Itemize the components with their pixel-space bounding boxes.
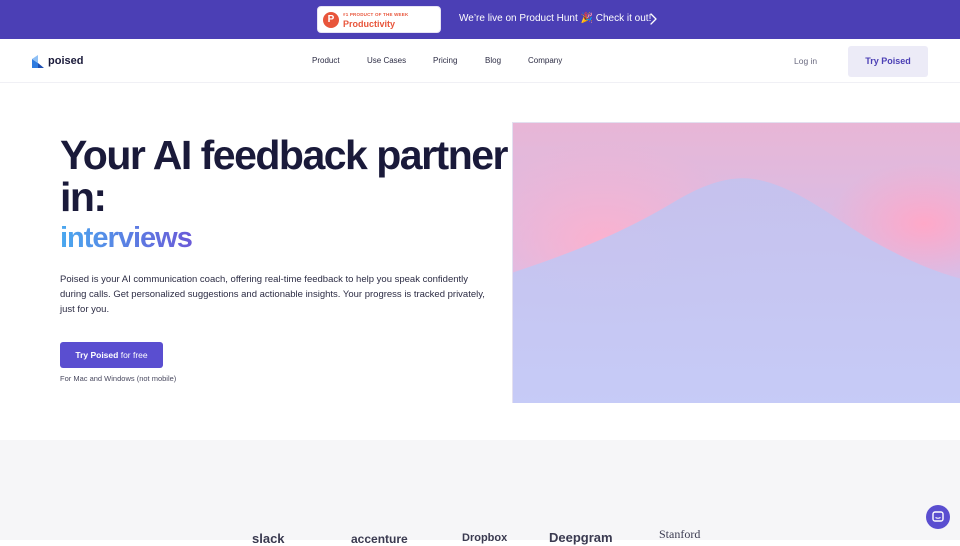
site-header: poised Product Use Cases Pricing Blog Co… (0, 39, 960, 83)
cta-bold: Try Poised (75, 350, 119, 360)
logo-slack: slack (252, 531, 285, 546)
logo-dropbox: Dropbox (462, 532, 508, 544)
nav-company[interactable]: Company (528, 56, 562, 65)
product-hunt-badge[interactable]: #1 PRODUCT OF THE WEEK Productivity (317, 6, 441, 33)
platform-note: For Mac and Windows (not mobile) (60, 374, 177, 383)
chevron-right-icon[interactable] (648, 12, 658, 26)
announcement-bar[interactable]: #1 PRODUCT OF THE WEEK Productivity We’r… (0, 0, 960, 39)
badge-title: Productivity (343, 19, 396, 29)
hero-gradient-image (512, 122, 960, 403)
try-free-button[interactable]: Try Poised for free (60, 342, 163, 368)
nav-use-cases[interactable]: Use Cases (367, 56, 406, 65)
hero-section: Your AI feedback partner in: interviews … (0, 84, 960, 440)
logo[interactable]: poised (32, 54, 83, 68)
hero-rotating-word: interviews (60, 222, 193, 254)
customer-logos-section (0, 440, 960, 540)
hero-description: Poised is your AI communication coach, o… (60, 274, 485, 315)
logo-text: poised (48, 55, 84, 67)
announcement-text[interactable]: We’re live on Product Hunt 🎉 Check it ou… (459, 13, 651, 24)
badge-subtitle: #1 PRODUCT OF THE WEEK (343, 12, 409, 17)
logo-deepgram: Deepgram (549, 530, 613, 545)
product-hunt-icon (323, 12, 339, 28)
poised-logo-icon (32, 54, 44, 68)
nav-pricing[interactable]: Pricing (433, 56, 457, 65)
nav-product[interactable]: Product (312, 56, 340, 65)
chat-icon (932, 511, 944, 522)
nav-blog[interactable]: Blog (485, 56, 501, 65)
logo-accenture: accenture (351, 532, 408, 546)
chat-widget-button[interactable] (926, 505, 950, 529)
login-link[interactable]: Log in (794, 56, 817, 66)
try-poised-button[interactable]: Try Poised (848, 46, 928, 77)
cta-rest: for free (118, 350, 148, 360)
hero-title: Your AI feedback partner in: (60, 132, 509, 220)
